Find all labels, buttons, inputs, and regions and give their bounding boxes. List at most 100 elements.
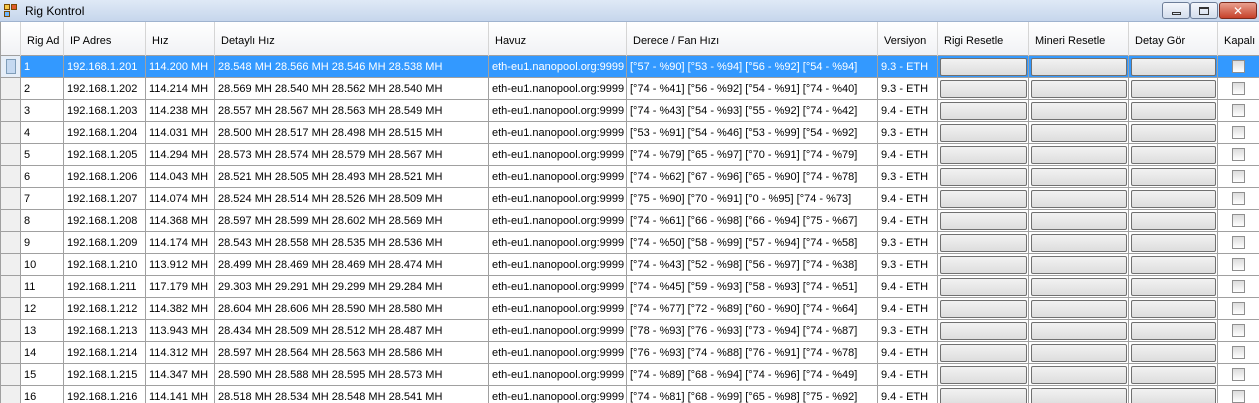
detay-gor-button[interactable] [1131,322,1216,340]
rigi-resetle-button[interactable] [940,344,1027,362]
row-header[interactable] [1,232,21,253]
detay-gor-button[interactable] [1131,190,1216,208]
kapali-checkbox[interactable] [1232,280,1245,293]
detay-gor-button[interactable] [1131,344,1216,362]
column-header-rigi-resetle[interactable]: Rigi Resetle [938,22,1029,56]
kapali-checkbox[interactable] [1232,236,1245,249]
detay-gor-button[interactable] [1131,300,1216,318]
detay-gor-button[interactable] [1131,212,1216,230]
rigi-resetle-button[interactable] [940,278,1027,296]
column-header-ip-adres[interactable]: IP Adres [64,22,146,56]
table-row[interactable]: 13 192.168.1.213 113.943 MH 28.434 MH 28.50… [1,320,1259,342]
rigi-resetle-button[interactable] [940,80,1027,98]
detay-gor-button[interactable] [1131,168,1216,186]
column-header-havuz[interactable]: Havuz [489,22,627,56]
detay-gor-button[interactable] [1131,366,1216,384]
kapali-checkbox[interactable] [1232,170,1245,183]
rigi-resetle-button[interactable] [940,366,1027,384]
kapali-checkbox[interactable] [1232,346,1245,359]
rigi-resetle-button[interactable] [940,322,1027,340]
row-header[interactable] [1,188,21,209]
kapali-checkbox[interactable] [1232,60,1245,73]
row-header[interactable] [1,364,21,385]
kapali-checkbox[interactable] [1232,192,1245,205]
mineri-resetle-button[interactable] [1031,124,1127,142]
mineri-resetle-button[interactable] [1031,322,1127,340]
row-header[interactable] [1,144,21,165]
table-row[interactable]: 5 192.168.1.205 114.294 MH 28.573 MH 28.574… [1,144,1259,166]
table-row[interactable]: 10 192.168.1.210 113.912 MH 28.499 MH 28.46… [1,254,1259,276]
detay-gor-button[interactable] [1131,256,1216,274]
table-row[interactable]: 1 192.168.1.201 114.200 MH 28.548 MH 28.566… [1,56,1259,78]
minimize-button[interactable] [1162,2,1190,19]
row-header[interactable] [1,122,21,143]
mineri-resetle-button[interactable] [1031,388,1127,403]
table-row[interactable]: 9 192.168.1.209 114.174 MH 28.543 MH 28.558… [1,232,1259,254]
rigi-resetle-button[interactable] [940,212,1027,230]
mineri-resetle-button[interactable] [1031,102,1127,120]
kapali-checkbox[interactable] [1232,82,1245,95]
row-header[interactable] [1,254,21,275]
rig-grid[interactable]: Rig Ad IP Adres Hız Detaylı Hız Havuz De… [0,22,1259,403]
mineri-resetle-button[interactable] [1031,234,1127,252]
kapali-checkbox[interactable] [1232,390,1245,403]
mineri-resetle-button[interactable] [1031,344,1127,362]
column-header-derece-fan[interactable]: Derece / Fan Hızı [627,22,878,56]
kapali-checkbox[interactable] [1232,148,1245,161]
rigi-resetle-button[interactable] [940,124,1027,142]
table-row[interactable]: 12 192.168.1.212 114.382 MH 28.604 MH 28.60… [1,298,1259,320]
kapali-checkbox[interactable] [1232,324,1245,337]
kapali-checkbox[interactable] [1232,104,1245,117]
column-header-rig-ad[interactable]: Rig Ad [21,22,64,56]
table-row[interactable]: 11 192.168.1.211 117.179 MH 29.303 MH 29.29… [1,276,1259,298]
kapali-checkbox[interactable] [1232,126,1245,139]
mineri-resetle-button[interactable] [1031,168,1127,186]
column-header-hiz[interactable]: Hız [146,22,215,56]
rigi-resetle-button[interactable] [940,102,1027,120]
rigi-resetle-button[interactable] [940,168,1027,186]
rigi-resetle-button[interactable] [940,300,1027,318]
rigi-resetle-button[interactable] [940,58,1027,76]
kapali-checkbox[interactable] [1232,368,1245,381]
rigi-resetle-button[interactable] [940,234,1027,252]
detay-gor-button[interactable] [1131,124,1216,142]
row-header[interactable] [1,56,21,77]
table-row[interactable]: 8 192.168.1.208 114.368 MH 28.597 MH 28.599… [1,210,1259,232]
detay-gor-button[interactable] [1131,234,1216,252]
kapali-checkbox[interactable] [1232,214,1245,227]
mineri-resetle-button[interactable] [1031,212,1127,230]
rigi-resetle-button[interactable] [940,388,1027,403]
mineri-resetle-button[interactable] [1031,190,1127,208]
close-button[interactable]: ✕ [1219,2,1257,19]
row-header[interactable] [1,78,21,99]
row-header[interactable] [1,342,21,363]
rigi-resetle-button[interactable] [940,146,1027,164]
row-header[interactable] [1,386,21,403]
row-header[interactable] [1,100,21,121]
kapali-checkbox[interactable] [1232,302,1245,315]
column-header-detay-gor[interactable]: Detay Gör [1129,22,1218,56]
row-header[interactable] [1,166,21,187]
column-header-mineri-resetle[interactable]: Mineri Resetle [1029,22,1129,56]
table-row[interactable]: 6 192.168.1.206 114.043 MH 28.521 MH 28.505… [1,166,1259,188]
row-header[interactable] [1,298,21,319]
rigi-resetle-button[interactable] [940,256,1027,274]
table-row[interactable]: 3 192.168.1.203 114.238 MH 28.557 MH 28.567… [1,100,1259,122]
row-header[interactable] [1,210,21,231]
table-row[interactable]: 2 192.168.1.202 114.214 MH 28.569 MH 28.540… [1,78,1259,100]
mineri-resetle-button[interactable] [1031,146,1127,164]
mineri-resetle-button[interactable] [1031,366,1127,384]
column-header-detayli-hiz[interactable]: Detaylı Hız [215,22,489,56]
rigi-resetle-button[interactable] [940,190,1027,208]
mineri-resetle-button[interactable] [1031,80,1127,98]
column-header-kapali[interactable]: Kapalı [1218,22,1259,56]
mineri-resetle-button[interactable] [1031,256,1127,274]
table-row[interactable]: 15 192.168.1.215 114.347 MH 28.590 MH 28.58… [1,364,1259,386]
kapali-checkbox[interactable] [1232,258,1245,271]
table-row[interactable]: 16 192.168.1.216 114.141 MH 28.518 MH 28.53… [1,386,1259,403]
table-row[interactable]: 4 192.168.1.204 114.031 MH 28.500 MH 28.517… [1,122,1259,144]
table-row[interactable]: 14 192.168.1.214 114.312 MH 28.597 MH 28.56… [1,342,1259,364]
column-header-versiyon[interactable]: Versiyon [878,22,938,56]
detay-gor-button[interactable] [1131,146,1216,164]
detay-gor-button[interactable] [1131,80,1216,98]
